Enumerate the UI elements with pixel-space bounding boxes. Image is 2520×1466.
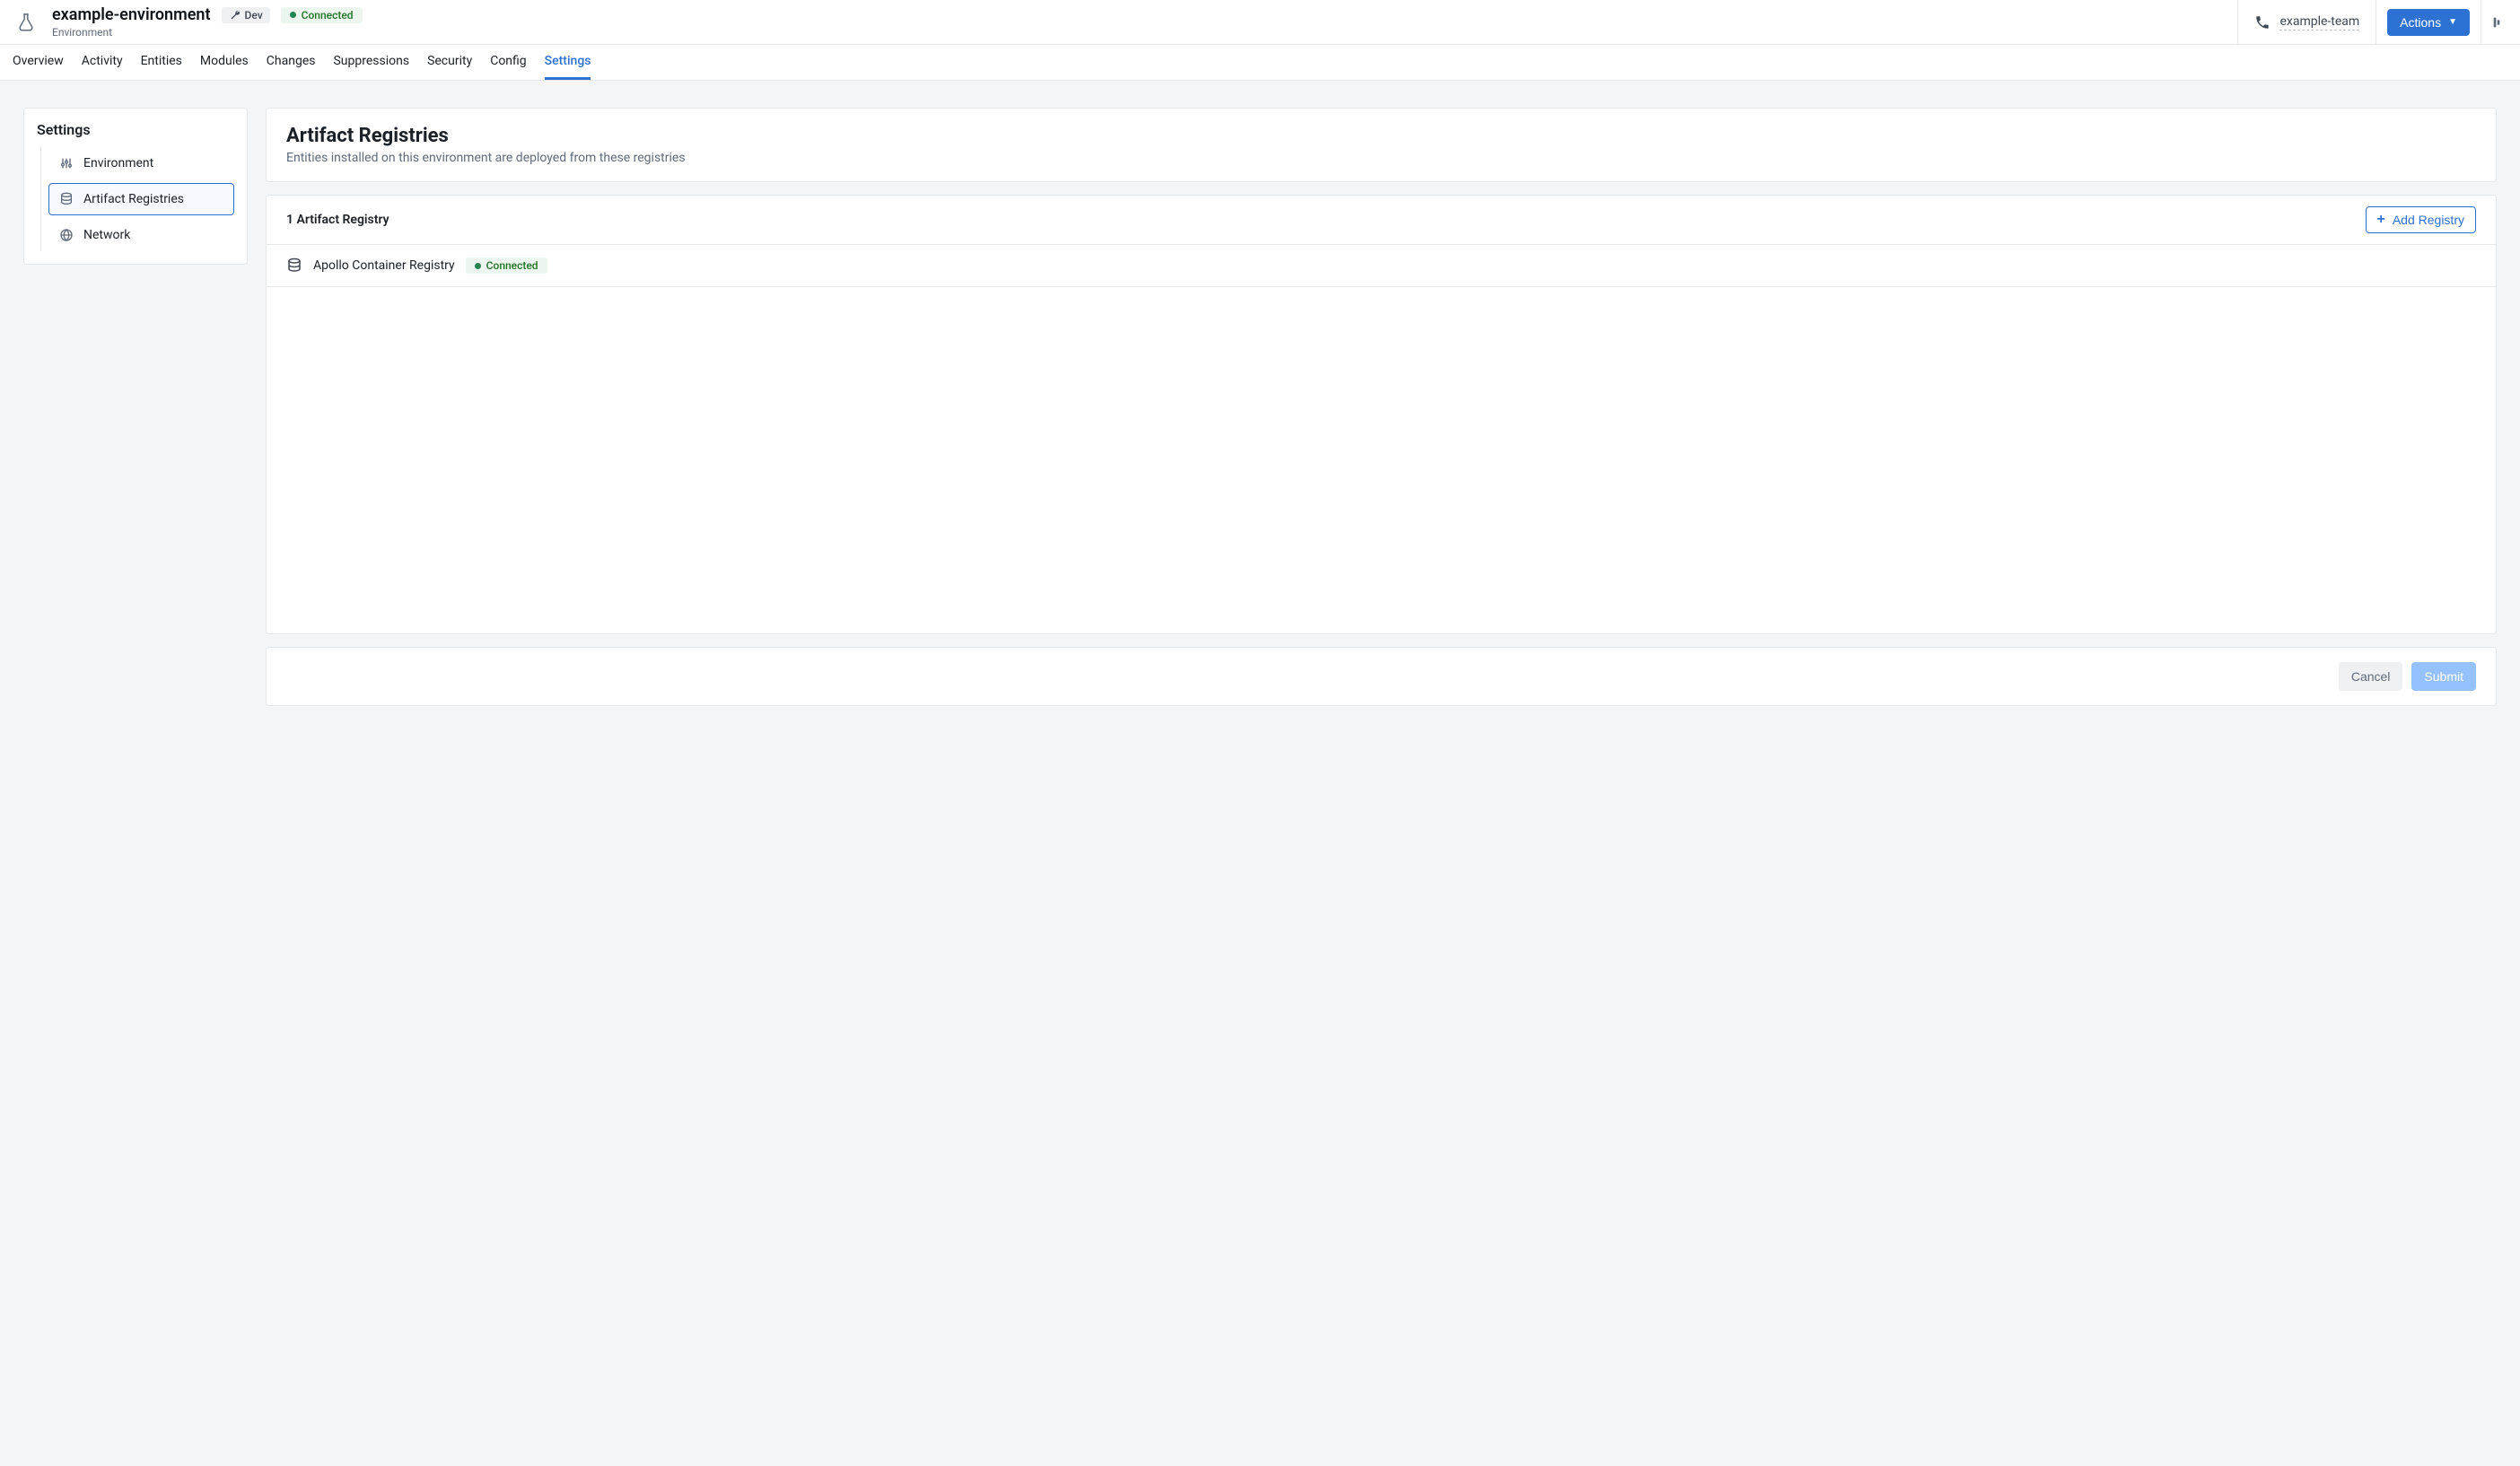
tab-nav: Overview Activity Entities Modules Chang… [0,45,2520,81]
sidebar-item-label: Network [83,228,130,242]
tab-changes[interactable]: Changes [267,45,316,80]
sidebar-title: Settings [37,121,234,138]
settings-sidebar: Settings Environment Artif [23,108,248,265]
cancel-button[interactable]: Cancel [2339,662,2403,691]
database-icon [58,191,74,207]
caret-down-icon: ▼ [2448,17,2457,27]
status-dot-icon [475,263,481,269]
dev-badge: Dev [222,7,270,23]
add-registry-button[interactable]: + Add Registry [2366,206,2477,233]
env-status-label: Connected [302,9,354,22]
team-selector[interactable]: example-team [2237,0,2376,45]
registry-count: 1 Artifact Registry [286,213,389,227]
page-title: Artifact Registries [286,125,2476,147]
globe-icon [58,227,74,243]
plus-icon: + [2377,213,2385,227]
status-dot-icon [290,12,296,18]
team-name: example-team [2279,14,2359,31]
page-header-panel: Artifact Registries Entities installed o… [266,108,2497,182]
registry-row[interactable]: Apollo Container Registry Connected [267,245,2496,287]
footer-panel: Cancel Submit [266,647,2497,706]
dev-badge-label: Dev [245,9,263,22]
tab-modules[interactable]: Modules [200,45,249,80]
sidebar-item-artifact-registries[interactable]: Artifact Registries [48,183,234,215]
submit-button[interactable]: Submit [2411,662,2476,691]
page-body: Settings Environment Artif [0,81,2520,1466]
tab-suppressions[interactable]: Suppressions [333,45,409,80]
tab-security[interactable]: Security [427,45,472,80]
content-column: Artifact Registries Entities installed o… [266,108,2497,1439]
wrench-icon [229,9,241,22]
sliders-icon [58,155,74,171]
top-header: example-environment Dev Connected Enviro… [0,0,2520,45]
registry-status-label: Connected [486,259,538,272]
panel-icon [2488,15,2502,30]
database-icon [286,257,302,274]
environment-subtitle: Environment [52,26,363,39]
sidebar-item-network[interactable]: Network [48,219,234,251]
actions-button-label: Actions [2400,15,2441,30]
add-registry-label: Add Registry [2393,213,2464,227]
page-subtitle: Entities installed on this environment a… [286,151,2476,165]
tab-entities[interactable]: Entities [141,45,182,80]
env-status-chip: Connected [281,7,363,23]
environment-flask-icon [13,9,39,36]
registry-name: Apollo Container Registry [313,258,455,273]
sidebar-item-label: Artifact Registries [83,192,184,206]
registry-status-chip: Connected [466,257,547,274]
tab-config[interactable]: Config [490,45,526,80]
actions-button[interactable]: Actions ▼ [2387,9,2470,36]
tab-settings[interactable]: Settings [545,45,591,80]
registries-panel: 1 Artifact Registry + Add Registry Apoll… [266,195,2497,634]
title-block: example-environment Dev Connected Enviro… [52,5,363,39]
sidebar-item-environment[interactable]: Environment [48,147,234,179]
tab-activity[interactable]: Activity [82,45,123,80]
sidebar-item-label: Environment [83,156,153,170]
tab-overview[interactable]: Overview [13,45,64,80]
environment-title: example-environment [52,5,211,24]
phone-icon [2254,14,2271,31]
right-panel-toggle[interactable] [2481,0,2507,45]
